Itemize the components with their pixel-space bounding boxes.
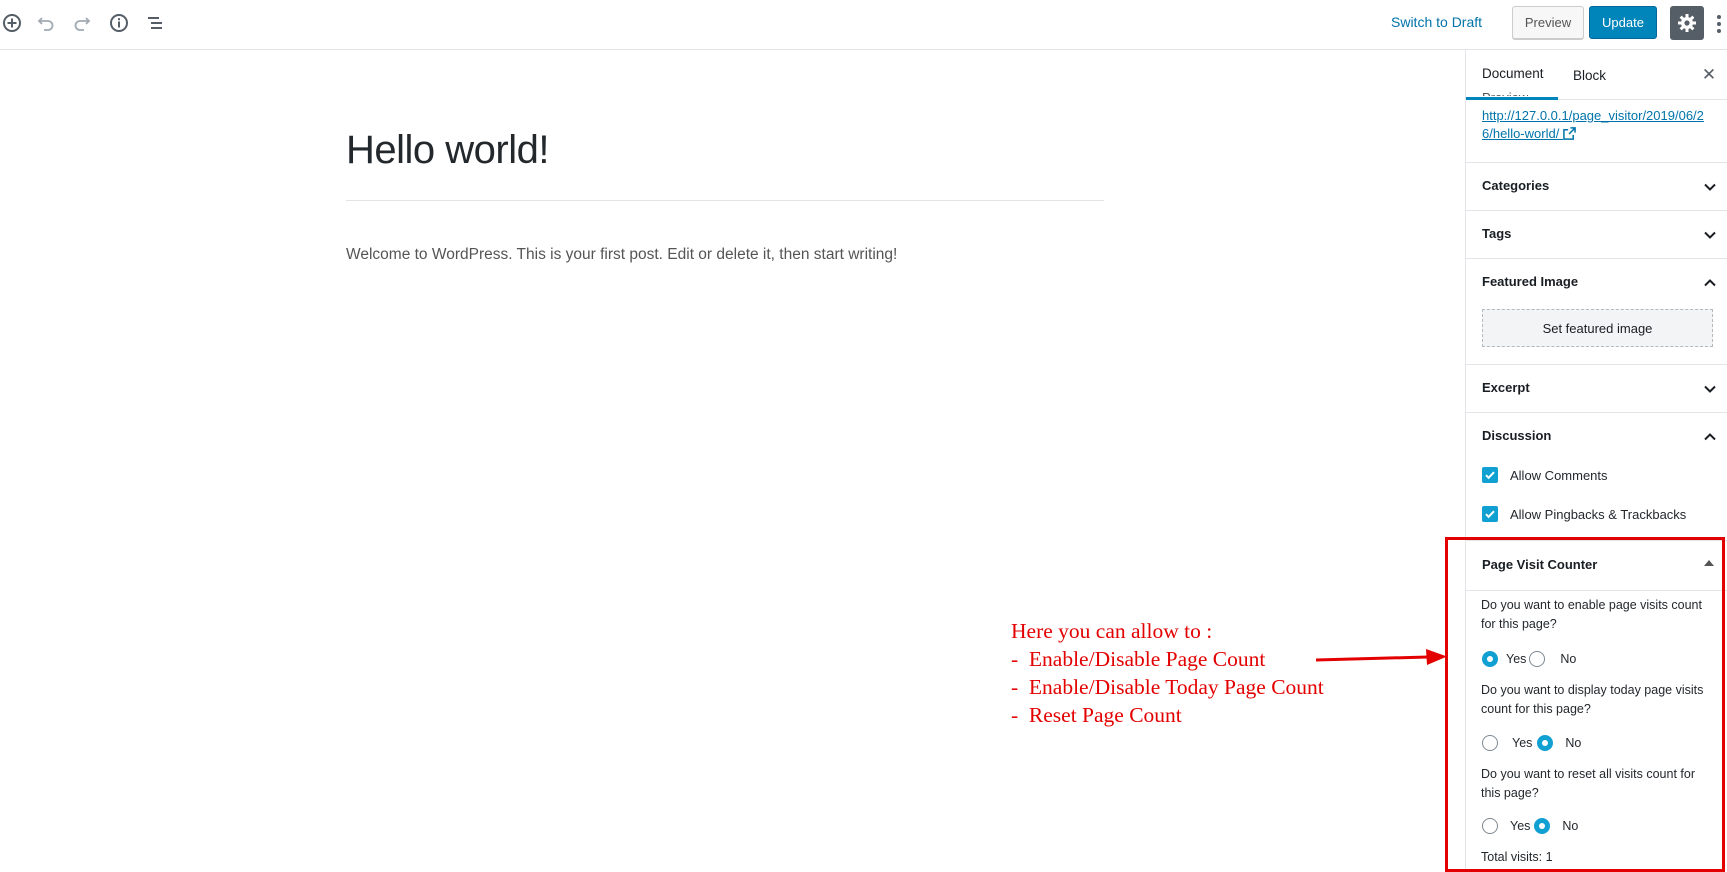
panel-tags[interactable]: Tags	[1466, 210, 1727, 258]
panel-featured-image[interactable]: Featured Image	[1466, 258, 1727, 306]
panel-title-featured-image: Featured Image	[1482, 274, 1579, 289]
more-menu-icon[interactable]	[1712, 10, 1726, 38]
chevron-up-icon	[1704, 279, 1716, 287]
info-icon[interactable]	[107, 11, 131, 35]
enable-count-no-radio[interactable]	[1529, 651, 1546, 667]
chevron-down-icon	[1704, 183, 1716, 191]
external-link-icon	[1563, 127, 1576, 140]
no-label: No	[1562, 819, 1579, 833]
yes-label: Yes	[1510, 819, 1531, 833]
panel-divider	[1466, 590, 1727, 591]
title-divider	[346, 200, 1104, 201]
today-count-options: Yes No	[1482, 734, 1581, 752]
panel-title-excerpt: Excerpt	[1482, 380, 1530, 395]
allow-comments-checkbox[interactable]: Allow Comments	[1482, 465, 1608, 485]
annotation-line: Here you can allow to :	[1011, 619, 1213, 643]
chevron-up-icon	[1704, 433, 1716, 441]
today-count-question: Do you want to display today page visits…	[1481, 683, 1704, 716]
add-block-icon[interactable]	[0, 11, 24, 35]
permalink-preview-label: Preview	[1482, 90, 1528, 96]
enable-count-yes-radio[interactable]	[1482, 651, 1498, 667]
update-button[interactable]: Update	[1589, 6, 1657, 39]
chevron-down-icon	[1704, 231, 1716, 239]
annotation-arrow-icon	[1316, 649, 1447, 665]
set-featured-image-button[interactable]: Set featured image	[1482, 309, 1713, 347]
reset-count-yes-radio[interactable]	[1482, 818, 1498, 834]
reset-count-no-radio[interactable]	[1534, 818, 1551, 834]
editor-toolbar: Switch to Draft Preview Update	[0, 0, 1727, 50]
chevron-down-icon	[1704, 385, 1716, 393]
annotation-text: Here you can allow to : - Enable/Disable…	[1011, 617, 1324, 729]
checkmark-icon[interactable]	[1482, 506, 1498, 522]
no-label: No	[1560, 652, 1577, 666]
tab-block[interactable]: Block	[1573, 50, 1606, 100]
post-title[interactable]: Hello world!	[346, 128, 549, 173]
allow-comments-label: Allow Comments	[1510, 467, 1608, 483]
no-label: No	[1565, 736, 1582, 750]
permalink-url[interactable]: http://127.0.0.1/page_visitor/2019/06/26…	[1482, 108, 1704, 141]
panel-categories[interactable]: Categories	[1466, 162, 1727, 210]
reset-count-options: Yes No	[1482, 817, 1578, 835]
panel-divider	[1466, 540, 1727, 541]
settings-sidebar: Document Block ✕ Preview http://127.0.0.…	[1465, 50, 1727, 872]
close-icon[interactable]: ✕	[1700, 65, 1718, 84]
caret-up-icon[interactable]	[1704, 560, 1714, 566]
gear-icon	[1678, 14, 1696, 32]
today-count-no-radio[interactable]	[1537, 735, 1554, 751]
allow-pingbacks-label: Allow Pingbacks & Trackbacks	[1510, 506, 1687, 522]
outline-icon[interactable]	[143, 11, 167, 35]
reset-count-question: Do you want to reset all visits count fo…	[1481, 767, 1695, 800]
panel-title-categories: Categories	[1482, 178, 1550, 193]
yes-label: Yes	[1506, 652, 1527, 666]
undo-icon[interactable]	[34, 11, 58, 35]
settings-button[interactable]	[1670, 6, 1704, 40]
yes-label: Yes	[1512, 736, 1533, 750]
allow-pingbacks-checkbox[interactable]: Allow Pingbacks & Trackbacks	[1482, 504, 1686, 524]
panel-title-tags: Tags	[1482, 226, 1512, 241]
permalink-link[interactable]: http://127.0.0.1/page_visitor/2019/06/26…	[1482, 107, 1714, 143]
total-visits-count: Total visits: 1	[1481, 850, 1553, 864]
panel-title-discussion: Discussion	[1482, 428, 1552, 443]
redo-icon[interactable]	[70, 11, 94, 35]
today-count-yes-radio[interactable]	[1482, 735, 1498, 751]
checkmark-icon[interactable]	[1482, 467, 1498, 483]
panel-discussion[interactable]: Discussion	[1466, 412, 1727, 460]
page-visit-counter-title[interactable]: Page Visit Counter	[1482, 557, 1597, 572]
annotation-line: - Reset Page Count	[1011, 703, 1182, 727]
switch-to-draft-button[interactable]: Switch to Draft	[1391, 14, 1482, 30]
preview-button[interactable]: Preview	[1512, 6, 1584, 39]
enable-count-question: Do you want to enable page visits count …	[1481, 598, 1702, 631]
panel-excerpt[interactable]: Excerpt	[1466, 364, 1727, 412]
enable-count-options: Yes No	[1482, 650, 1576, 668]
annotation-line: - Enable/Disable Page Count	[1011, 647, 1266, 671]
paragraph-block[interactable]: Welcome to WordPress. This is your first…	[346, 246, 897, 264]
annotation-line: - Enable/Disable Today Page Count	[1011, 675, 1324, 699]
